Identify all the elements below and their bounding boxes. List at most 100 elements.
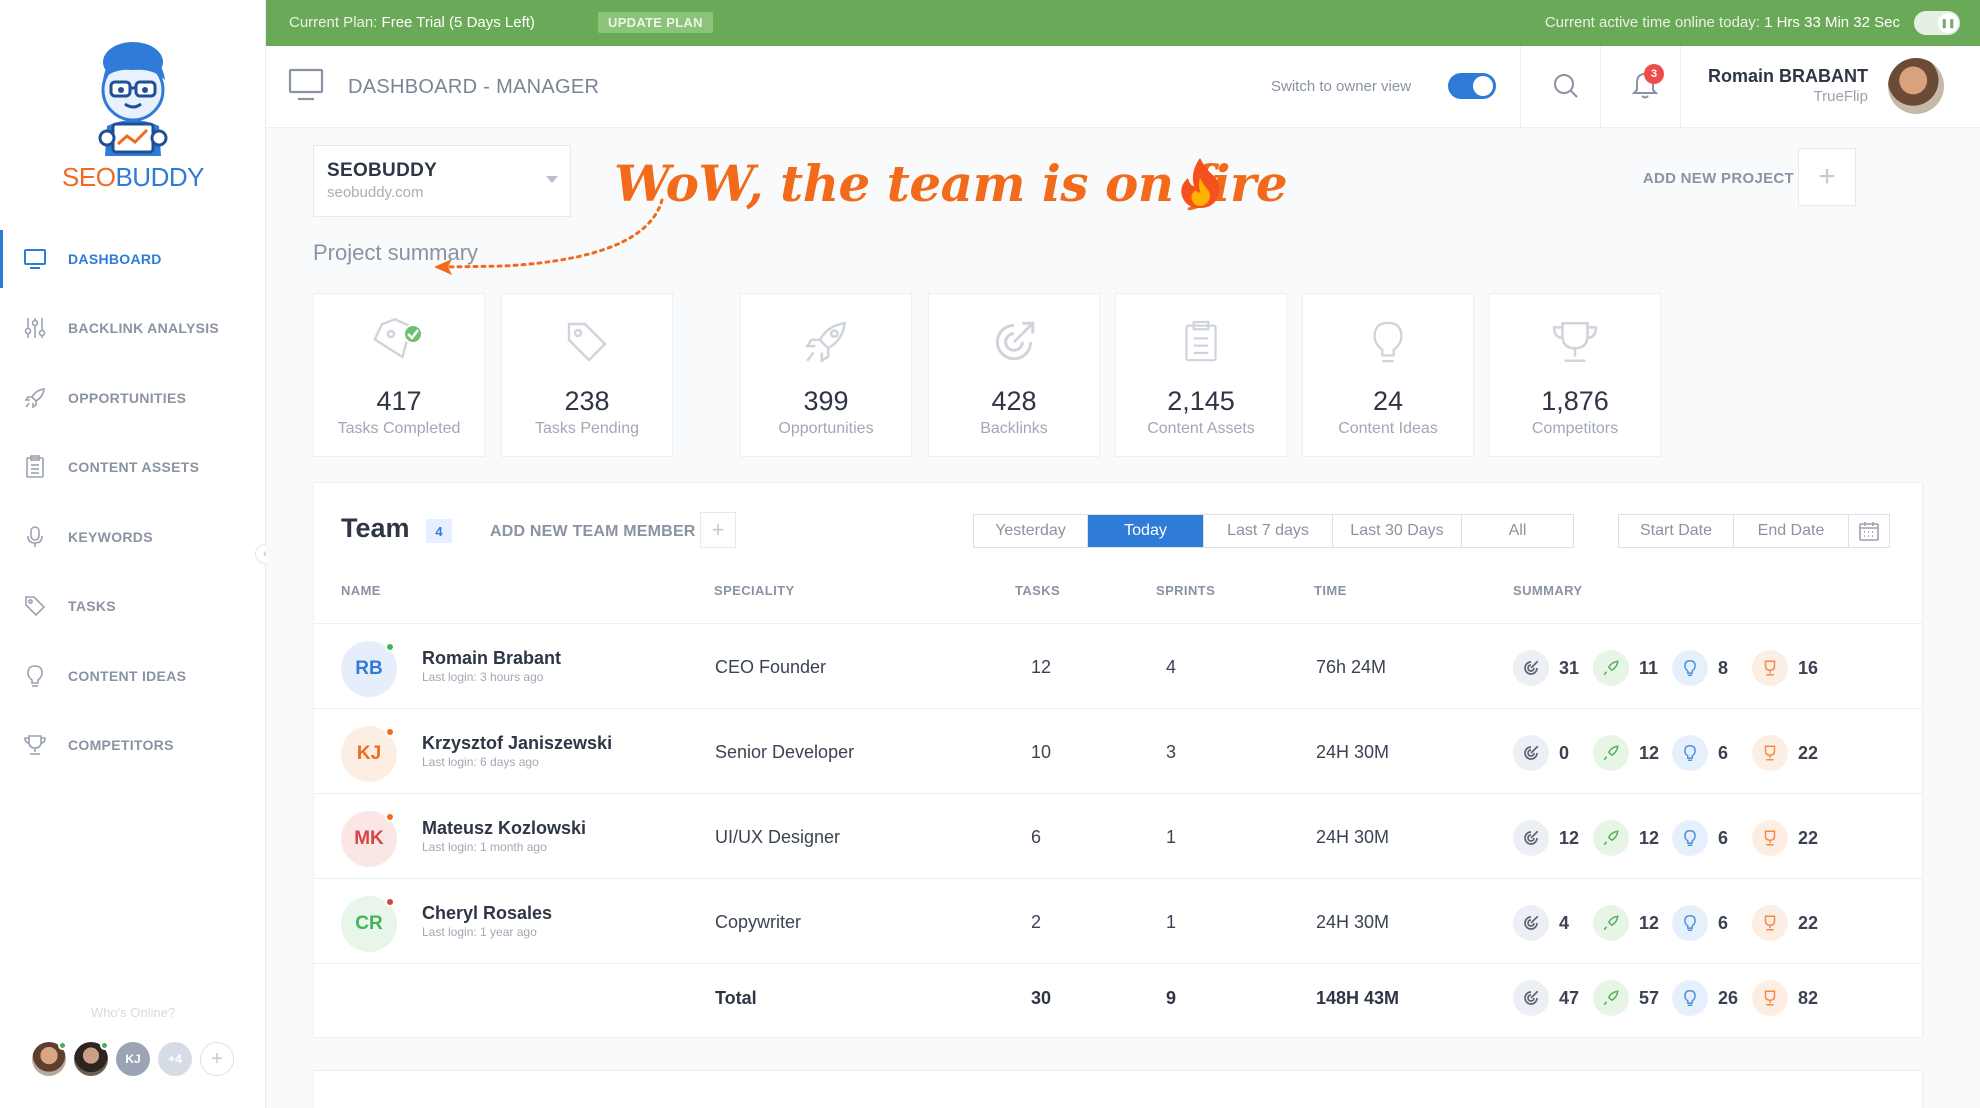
card-tasks-completed[interactable]: 417 Tasks Completed <box>313 293 485 457</box>
table-row[interactable]: MK Mateusz Kozlowski Last login: 1 month… <box>314 793 1922 878</box>
end-date-input[interactable]: End Date <box>1734 515 1849 547</box>
divider <box>1680 46 1681 128</box>
trophy-icon <box>1752 650 1788 686</box>
divider <box>1520 46 1521 128</box>
avatar[interactable] <box>1888 58 1944 114</box>
card-tasks-pending[interactable]: 238 Tasks Pending <box>501 293 673 457</box>
clipboard-icon <box>22 454 48 480</box>
sidebar-item-content-ideas[interactable]: CONTENT IDEAS <box>0 641 266 711</box>
trophy-icon <box>1490 314 1660 370</box>
avatar[interactable]: KJ <box>116 1042 150 1076</box>
card-label: Tasks Pending <box>534 420 640 437</box>
add-new-project-link[interactable]: ADD NEW PROJECT <box>1643 170 1794 187</box>
add-team-member-link[interactable]: ADD NEW TEAM MEMBER <box>490 523 696 541</box>
plan-prefix: Current Plan: <box>289 14 378 31</box>
member-speciality: Senior Developer <box>715 742 855 762</box>
backlinks-count: 12 <box>1559 827 1580 848</box>
more-online-count[interactable]: +4 <box>158 1042 192 1076</box>
rocket-icon <box>1593 735 1629 771</box>
sidebar-item-dashboard[interactable]: DASHBOARD <box>0 224 266 294</box>
card-content-assets[interactable]: 2,145 Content Assets <box>1115 293 1287 457</box>
rocket-icon <box>1593 980 1629 1016</box>
sidebar-item-content-assets[interactable]: CONTENT ASSETS <box>0 433 266 503</box>
avatar-initials: MK <box>354 828 384 849</box>
sidebar-nav: DASHBOARD BACKLINK ANALYSIS OPPORTUNITIE… <box>0 224 266 780</box>
rocket-icon <box>1593 820 1629 856</box>
member-name[interactable]: Mateusz Kozlowski <box>422 818 586 839</box>
brand-buddy: BUDDY <box>115 162 204 192</box>
summary-backlinks: 12 <box>1513 820 1579 856</box>
avatar-initials: KJ <box>356 743 382 764</box>
card-label: Backlinks <box>980 420 1048 437</box>
project-select[interactable]: SEOBUDDY seobuddy.com <box>313 145 571 217</box>
sidebar-item-opportunities[interactable]: OPPORTUNITIES <box>0 363 266 433</box>
trophy-icon <box>22 732 48 758</box>
member-name[interactable]: Romain Brabant <box>422 648 561 669</box>
range-last-30-days[interactable]: Last 30 Days <box>1333 515 1462 547</box>
add-project-button[interactable]: + <box>1798 148 1856 206</box>
member-last-login: Last login: 1 month ago <box>422 840 547 854</box>
sidebar: SEOBUDDY DASHBOARD BACKLINK ANALYSIS OPP… <box>0 0 275 1108</box>
rocket-icon <box>1593 650 1629 686</box>
sidebar-item-label: DASHBOARD <box>68 250 162 267</box>
avatar-initials: RB <box>355 658 383 679</box>
total-row: Total 30 9 148H 43M 47 57 26 82 <box>314 963 1922 1031</box>
avatar-initials: CR <box>355 913 383 934</box>
pause-timer-toggle[interactable]: ❚❚ <box>1914 11 1960 35</box>
card-value: 1,876 <box>1541 386 1609 416</box>
calendar-icon[interactable] <box>1849 515 1889 547</box>
logo[interactable]: SEOBUDDY <box>0 40 266 193</box>
opportunities-count: 12 <box>1639 827 1660 848</box>
range-yesterday[interactable]: Yesterday <box>974 515 1088 547</box>
sidebar-item-competitors[interactable]: COMPETITORS <box>0 711 266 781</box>
trophy-icon <box>1752 980 1788 1016</box>
avatar[interactable] <box>32 1041 67 1076</box>
range-all[interactable]: All <box>1462 515 1573 547</box>
owner-view-toggle[interactable] <box>1448 73 1496 99</box>
member-name[interactable]: Krzysztof Janiszewski <box>422 733 612 754</box>
summary-ideas: 8 <box>1672 650 1728 686</box>
card-competitors[interactable]: 1,876 Competitors <box>1489 293 1661 457</box>
avatar[interactable] <box>74 1041 109 1076</box>
sidebar-item-tasks[interactable]: TASKS <box>0 572 266 642</box>
backlinks-count: 31 <box>1559 657 1580 678</box>
sliders-icon <box>22 315 48 341</box>
lightbulb-icon <box>1672 820 1708 856</box>
lightbulb-icon <box>1672 735 1708 771</box>
start-date-input[interactable]: Start Date <box>1619 515 1734 547</box>
lightbulb-icon <box>1672 980 1708 1016</box>
add-team-member-button[interactable]: + <box>700 512 736 548</box>
card-value: 417 <box>376 386 422 416</box>
member-tasks: 6 <box>1031 827 1042 847</box>
opportunities-count: 11 <box>1639 657 1659 678</box>
sidebar-item-backlink-analysis[interactable]: BACKLINK ANALYSIS <box>0 294 266 364</box>
member-sprints: 3 <box>1166 742 1177 762</box>
sidebar-item-keywords[interactable]: KEYWORDS <box>0 502 266 572</box>
card-opportunities[interactable]: 399 Opportunities <box>740 293 912 457</box>
update-plan-button[interactable]: UPDATE PLAN <box>598 12 713 33</box>
summary-opportunities: 12 <box>1593 905 1659 941</box>
member-name[interactable]: Cheryl Rosales <box>422 903 552 924</box>
backlink-icon <box>1513 980 1549 1016</box>
summary-backlinks: 31 <box>1513 650 1579 686</box>
summary-ideas: 6 <box>1672 820 1728 856</box>
user-name[interactable]: Romain BRABANT <box>1708 66 1868 87</box>
add-online-button[interactable]: + <box>200 1042 234 1076</box>
summary-backlinks: 4 <box>1513 905 1569 941</box>
table-row[interactable]: CR Cheryl Rosales Last login: 1 year ago… <box>314 878 1922 963</box>
team-count-badge: 4 <box>426 519 452 543</box>
card-value: 2,145 <box>1167 386 1235 416</box>
card-content-ideas[interactable]: 24 Content Ideas <box>1302 293 1474 457</box>
brand-name: SEOBUDDY <box>0 162 266 193</box>
range-today[interactable]: Today <box>1088 515 1204 547</box>
competitors-count: 16 <box>1798 657 1819 678</box>
mascot-logo-icon <box>98 42 168 156</box>
competitors-count: 22 <box>1798 742 1819 763</box>
range-last-7-days[interactable]: Last 7 days <box>1204 515 1333 547</box>
table-row[interactable]: KJ Krzysztof Janiszewski Last login: 6 d… <box>314 708 1922 793</box>
card-backlinks[interactable]: 428 Backlinks <box>928 293 1100 457</box>
plus-icon: + <box>211 1047 223 1070</box>
table-row[interactable]: RB Romain Brabant Last login: 3 hours ag… <box>314 623 1922 708</box>
search-icon[interactable] <box>1552 72 1580 100</box>
main-content: SEOBUDDY seobuddy.com WoW, the team is o… <box>266 128 1980 1108</box>
